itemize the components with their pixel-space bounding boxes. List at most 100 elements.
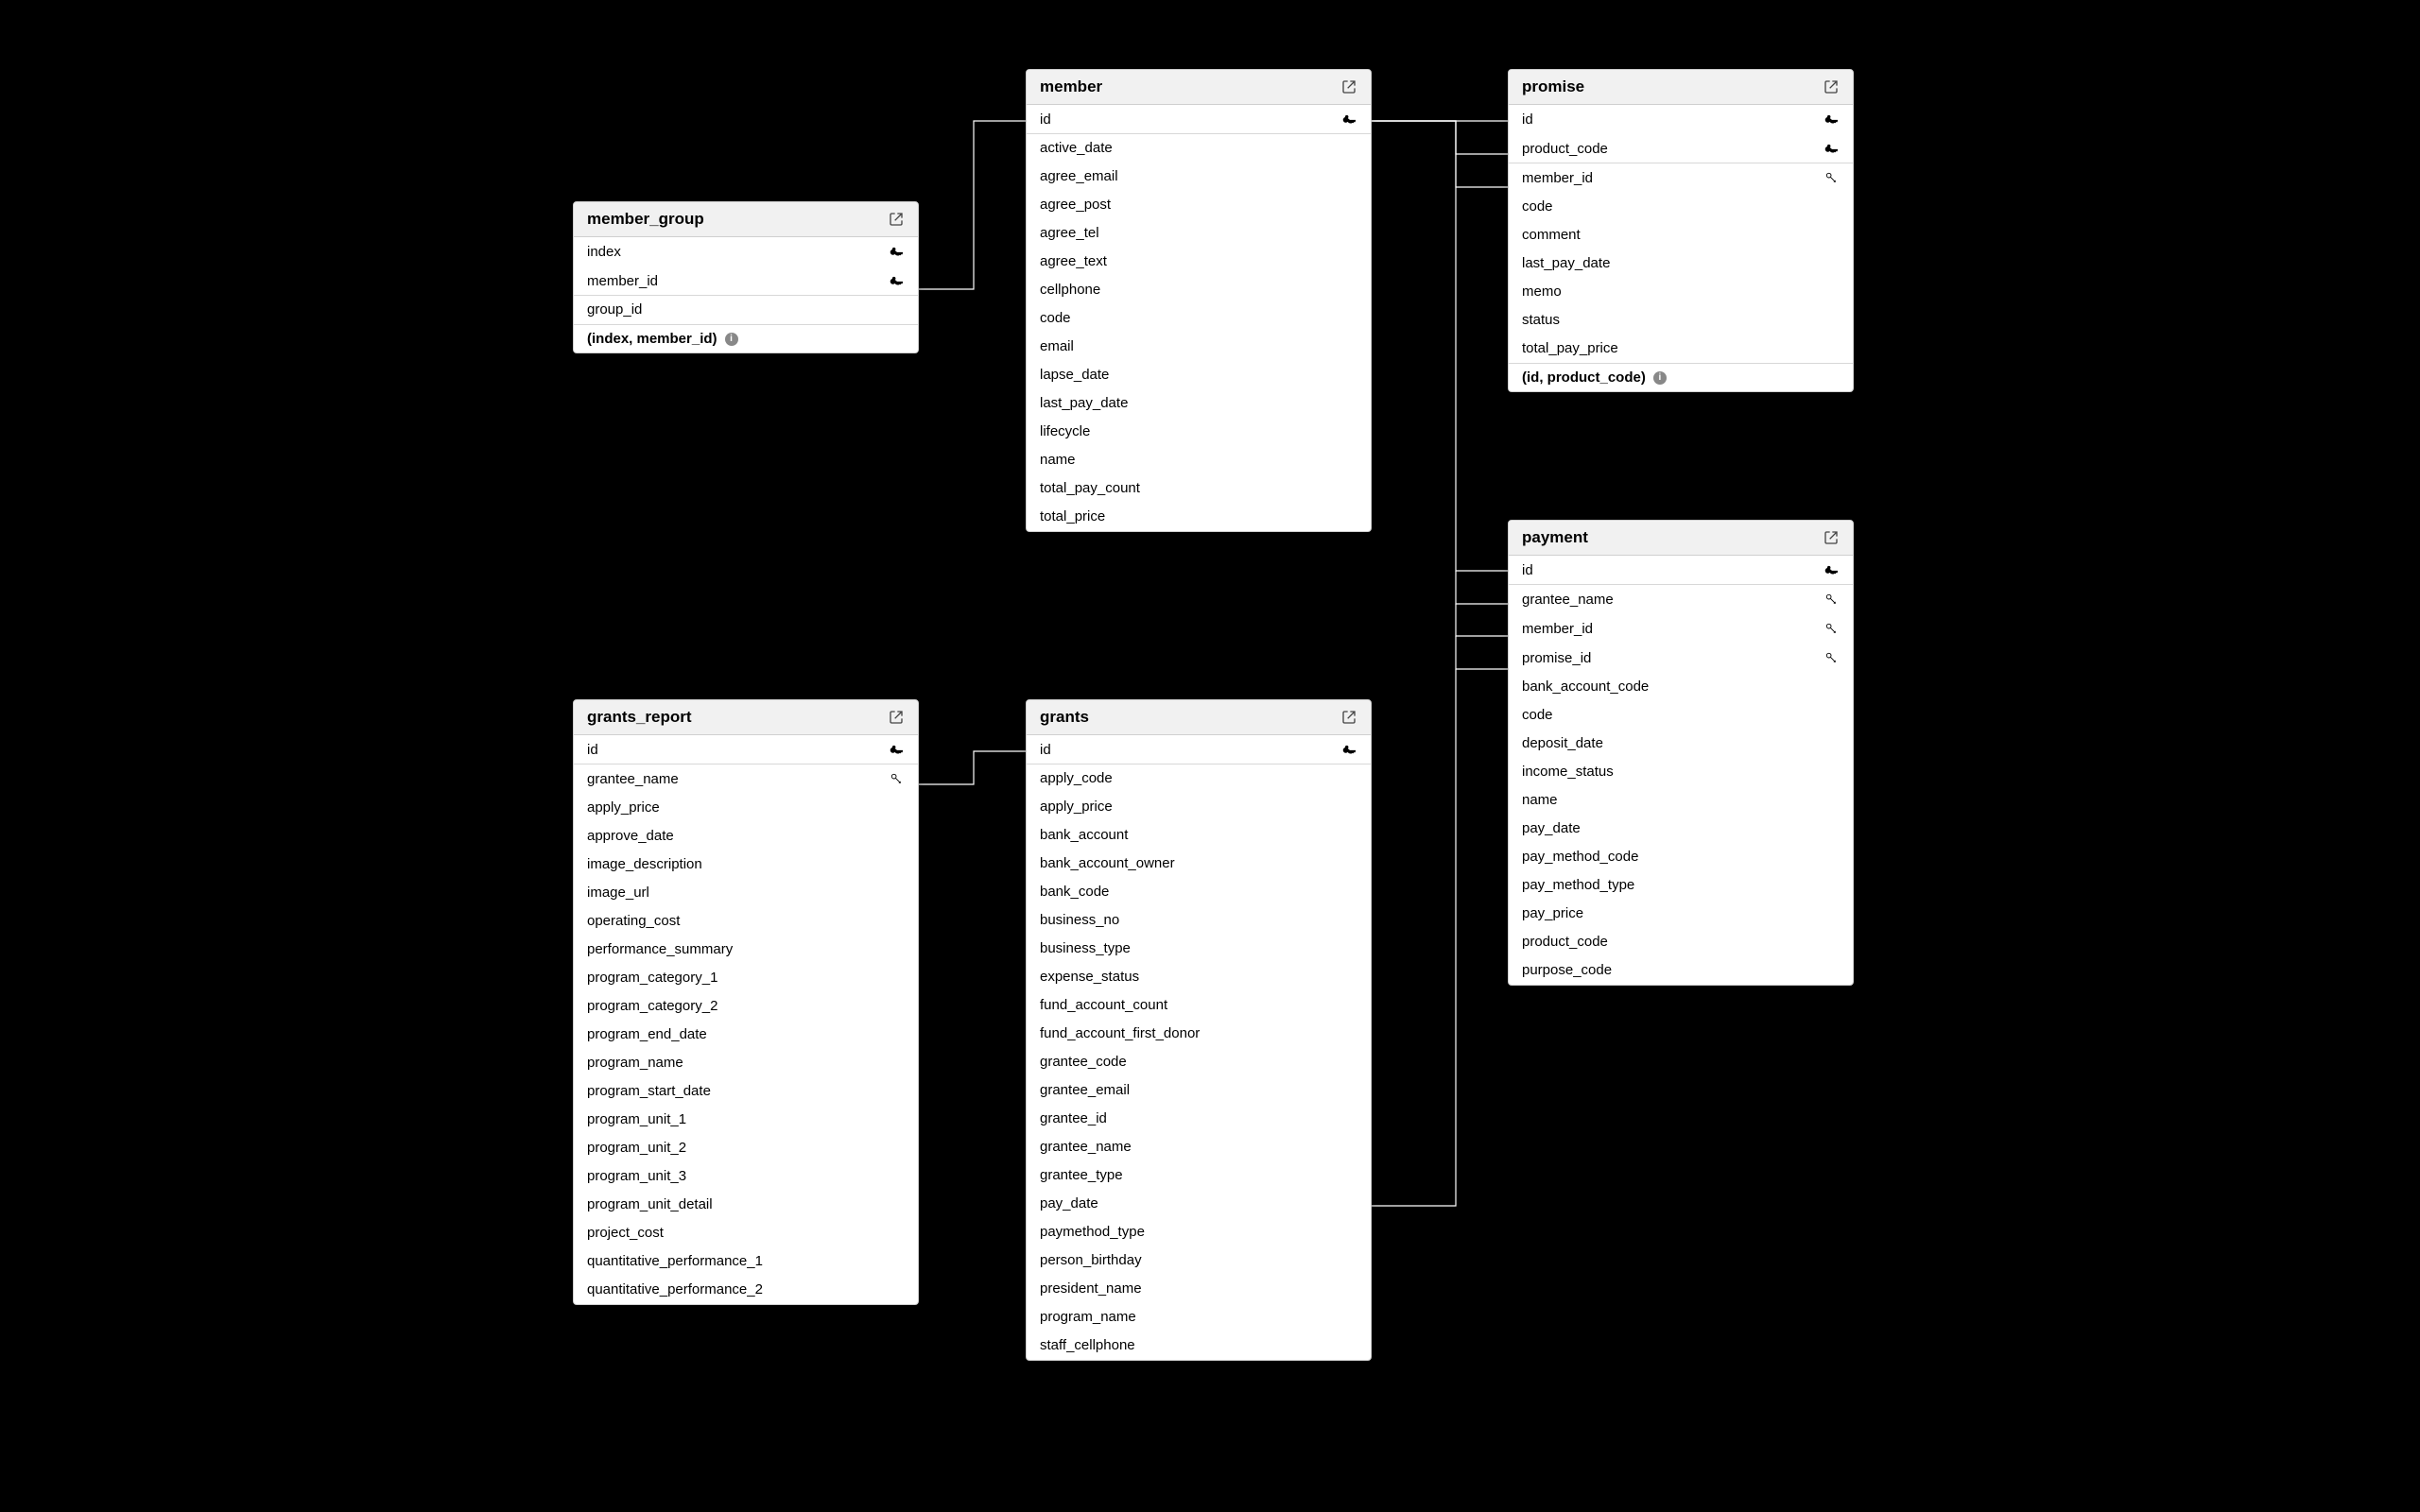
column-row[interactable]: staff_cellphone — [1027, 1332, 1371, 1360]
column-row[interactable]: agree_tel — [1027, 219, 1371, 248]
column-row[interactable]: image_url — [574, 879, 918, 907]
column-row[interactable]: total_pay_price — [1509, 335, 1853, 363]
column-row[interactable]: quantitative_performance_2 — [574, 1276, 918, 1304]
column-row[interactable]: id — [1509, 105, 1853, 134]
column-row[interactable]: grantee_id — [1027, 1105, 1371, 1133]
column-row[interactable]: agree_post — [1027, 191, 1371, 219]
column-row[interactable]: program_unit_3 — [574, 1162, 918, 1191]
column-row[interactable]: business_no — [1027, 906, 1371, 935]
table-grants[interactable]: grants idapply_codeapply_pricebank_accou… — [1026, 699, 1372, 1361]
open-external-icon[interactable] — [888, 709, 905, 726]
column-row[interactable]: index — [574, 237, 918, 266]
column-row[interactable]: name — [1027, 446, 1371, 474]
column-row[interactable]: program_name — [1027, 1303, 1371, 1332]
info-icon[interactable]: i — [1653, 371, 1667, 385]
column-row[interactable]: pay_method_type — [1509, 871, 1853, 900]
column-row[interactable]: code — [1509, 193, 1853, 221]
column-row[interactable]: program_end_date — [574, 1021, 918, 1049]
column-row[interactable]: member_id — [1509, 614, 1853, 644]
column-row[interactable]: quantitative_performance_1 — [574, 1247, 918, 1276]
column-row[interactable]: operating_cost — [574, 907, 918, 936]
column-row[interactable]: product_code — [1509, 928, 1853, 956]
column-row[interactable]: total_pay_count — [1027, 474, 1371, 503]
column-row[interactable]: bank_code — [1027, 878, 1371, 906]
column-row[interactable]: email — [1027, 333, 1371, 361]
column-row[interactable]: pay_price — [1509, 900, 1853, 928]
open-external-icon[interactable] — [1823, 78, 1840, 95]
column-row[interactable]: bank_account_code — [1509, 673, 1853, 701]
info-icon[interactable]: i — [725, 333, 738, 346]
column-row[interactable]: pay_method_code — [1509, 843, 1853, 871]
column-row[interactable]: last_pay_date — [1027, 389, 1371, 418]
column-row[interactable]: purpose_code — [1509, 956, 1853, 985]
column-row[interactable]: expense_status — [1027, 963, 1371, 991]
column-row[interactable]: code — [1027, 304, 1371, 333]
column-row[interactable]: fund_account_first_donor — [1027, 1020, 1371, 1048]
column-row[interactable]: memo — [1509, 278, 1853, 306]
column-row[interactable]: lapse_date — [1027, 361, 1371, 389]
column-row[interactable]: id — [1027, 735, 1371, 765]
column-row[interactable]: name — [1509, 786, 1853, 815]
column-row[interactable]: program_start_date — [574, 1077, 918, 1106]
column-row[interactable]: person_birthday — [1027, 1246, 1371, 1275]
column-row[interactable]: grantee_type — [1027, 1161, 1371, 1190]
column-row[interactable]: paymethod_type — [1027, 1218, 1371, 1246]
erd-canvas[interactable]: member_group indexmember_idgroup_id (ind… — [0, 0, 2420, 1512]
column-row[interactable]: program_name — [574, 1049, 918, 1077]
table-payment[interactable]: payment idgrantee_namemember_idpromise_i… — [1508, 520, 1854, 986]
column-row[interactable]: pay_date — [1027, 1190, 1371, 1218]
table-promise[interactable]: promise idproduct_codemember_idcodecomme… — [1508, 69, 1854, 392]
column-row[interactable]: grantee_name — [1509, 585, 1853, 614]
column-row[interactable]: promise_id — [1509, 644, 1853, 673]
column-row[interactable]: comment — [1509, 221, 1853, 249]
column-row[interactable]: apply_price — [1027, 793, 1371, 821]
open-external-icon[interactable] — [888, 211, 905, 228]
column-row[interactable]: id — [1509, 556, 1853, 585]
column-row[interactable]: performance_summary — [574, 936, 918, 964]
column-row[interactable]: member_id — [574, 266, 918, 296]
column-row[interactable]: fund_account_count — [1027, 991, 1371, 1020]
column-row[interactable]: pay_date — [1509, 815, 1853, 843]
column-row[interactable]: project_cost — [574, 1219, 918, 1247]
column-row[interactable]: program_unit_2 — [574, 1134, 918, 1162]
column-row[interactable]: id — [574, 735, 918, 765]
column-row[interactable]: product_code — [1509, 134, 1853, 163]
column-row[interactable]: code — [1509, 701, 1853, 730]
column-row[interactable]: agree_email — [1027, 163, 1371, 191]
column-row[interactable]: group_id — [574, 296, 918, 324]
column-row[interactable]: approve_date — [574, 822, 918, 850]
column-row[interactable]: deposit_date — [1509, 730, 1853, 758]
column-row[interactable]: president_name — [1027, 1275, 1371, 1303]
column-row[interactable]: total_price — [1027, 503, 1371, 531]
column-row[interactable]: active_date — [1027, 134, 1371, 163]
column-row[interactable]: grantee_name — [1027, 1133, 1371, 1161]
column-row[interactable]: apply_code — [1027, 765, 1371, 793]
table-member-group[interactable]: member_group indexmember_idgroup_id (ind… — [573, 201, 919, 353]
column-row[interactable]: member_id — [1509, 163, 1853, 193]
column-row[interactable]: program_category_2 — [574, 992, 918, 1021]
column-row[interactable]: image_description — [574, 850, 918, 879]
column-row[interactable]: status — [1509, 306, 1853, 335]
column-row[interactable]: lifecycle — [1027, 418, 1371, 446]
open-external-icon[interactable] — [1340, 709, 1357, 726]
table-member[interactable]: member idactive_dateagree_emailagree_pos… — [1026, 69, 1372, 532]
column-row[interactable]: last_pay_date — [1509, 249, 1853, 278]
column-row[interactable]: id — [1027, 105, 1371, 134]
column-row[interactable]: income_status — [1509, 758, 1853, 786]
column-row[interactable]: grantee_name — [574, 765, 918, 794]
open-external-icon[interactable] — [1340, 78, 1357, 95]
column-row[interactable]: agree_text — [1027, 248, 1371, 276]
table-grants-report[interactable]: grants_report idgrantee_nameapply_pricea… — [573, 699, 919, 1305]
column-row[interactable]: program_unit_detail — [574, 1191, 918, 1219]
column-row[interactable]: grantee_code — [1027, 1048, 1371, 1076]
column-row[interactable]: program_category_1 — [574, 964, 918, 992]
column-row[interactable]: apply_price — [574, 794, 918, 822]
column-row[interactable]: grantee_email — [1027, 1076, 1371, 1105]
column-row[interactable]: bank_account_owner — [1027, 850, 1371, 878]
column-row[interactable]: program_unit_1 — [574, 1106, 918, 1134]
column-name: lapse_date — [1040, 367, 1357, 383]
column-row[interactable]: bank_account — [1027, 821, 1371, 850]
column-row[interactable]: cellphone — [1027, 276, 1371, 304]
column-row[interactable]: business_type — [1027, 935, 1371, 963]
open-external-icon[interactable] — [1823, 529, 1840, 546]
